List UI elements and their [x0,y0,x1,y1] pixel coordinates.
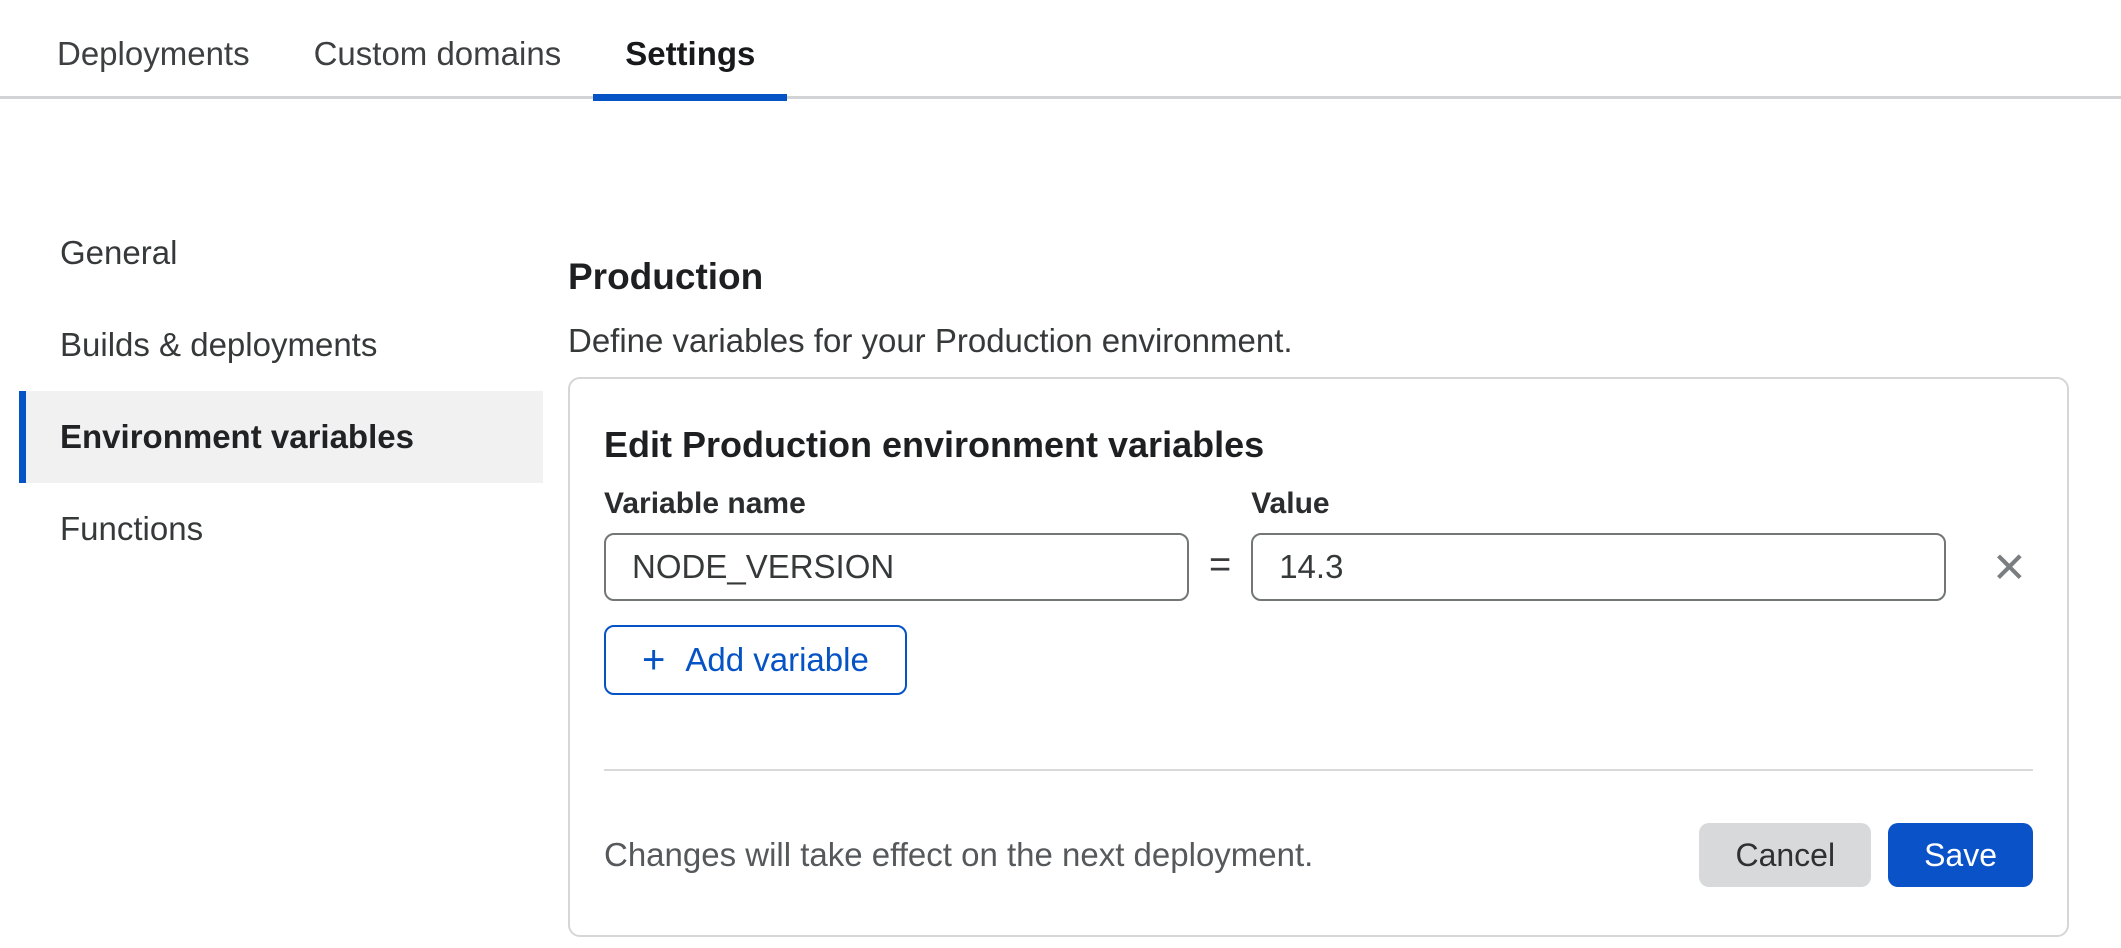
plus-icon: + [642,642,665,678]
add-variable-label: Add variable [685,642,868,678]
x-icon: ✕ [1992,544,2027,591]
variable-value-field-group: Value [1251,487,1946,601]
edit-variables-card: Edit Production environment variables Va… [568,377,2069,937]
environment-variables-panel: Production Define variables for your Pro… [568,207,2069,937]
variable-name-input[interactable] [604,533,1189,601]
equals-sign: = [1209,544,1231,587]
cancel-button[interactable]: Cancel [1699,823,1871,887]
tab-settings[interactable]: Settings [593,28,787,96]
tab-custom-domains[interactable]: Custom domains [282,28,594,96]
card-footer: Changes will take effect on the next dep… [604,823,2033,887]
variable-name-label: Variable name [604,487,1189,521]
section-description: Define variables for your Production env… [568,321,2069,361]
add-variable-button[interactable]: + Add variable [604,625,907,695]
variable-name-field-group: Variable name [604,487,1189,601]
tab-deployments[interactable]: Deployments [25,28,282,96]
variable-row: Variable name = Value ✕ [604,487,2033,601]
pages-project-settings-page: Deployments Custom domains Settings Gene… [0,0,2121,948]
variable-value-label: Value [1251,487,1946,521]
variable-value-input[interactable] [1251,533,1946,601]
footer-actions: Cancel Save [1699,823,2033,887]
save-button[interactable]: Save [1888,823,2033,887]
sidebar-item-functions[interactable]: Functions [19,483,543,575]
section-title: Production [568,255,2069,299]
settings-sidebar: General Builds & deployments Environment… [19,207,543,575]
sidebar-item-builds-deployments[interactable]: Builds & deployments [19,299,543,391]
card-divider [604,769,2033,771]
footer-note: Changes will take effect on the next dep… [604,835,1313,875]
sidebar-item-general[interactable]: General [19,207,543,299]
settings-content: General Builds & deployments Environment… [0,207,2121,937]
tab-bar: Deployments Custom domains Settings [0,0,2121,99]
card-title: Edit Production environment variables [604,423,2033,467]
sidebar-item-environment-variables[interactable]: Environment variables [19,391,543,483]
remove-variable-button[interactable]: ✕ [1992,547,2027,589]
